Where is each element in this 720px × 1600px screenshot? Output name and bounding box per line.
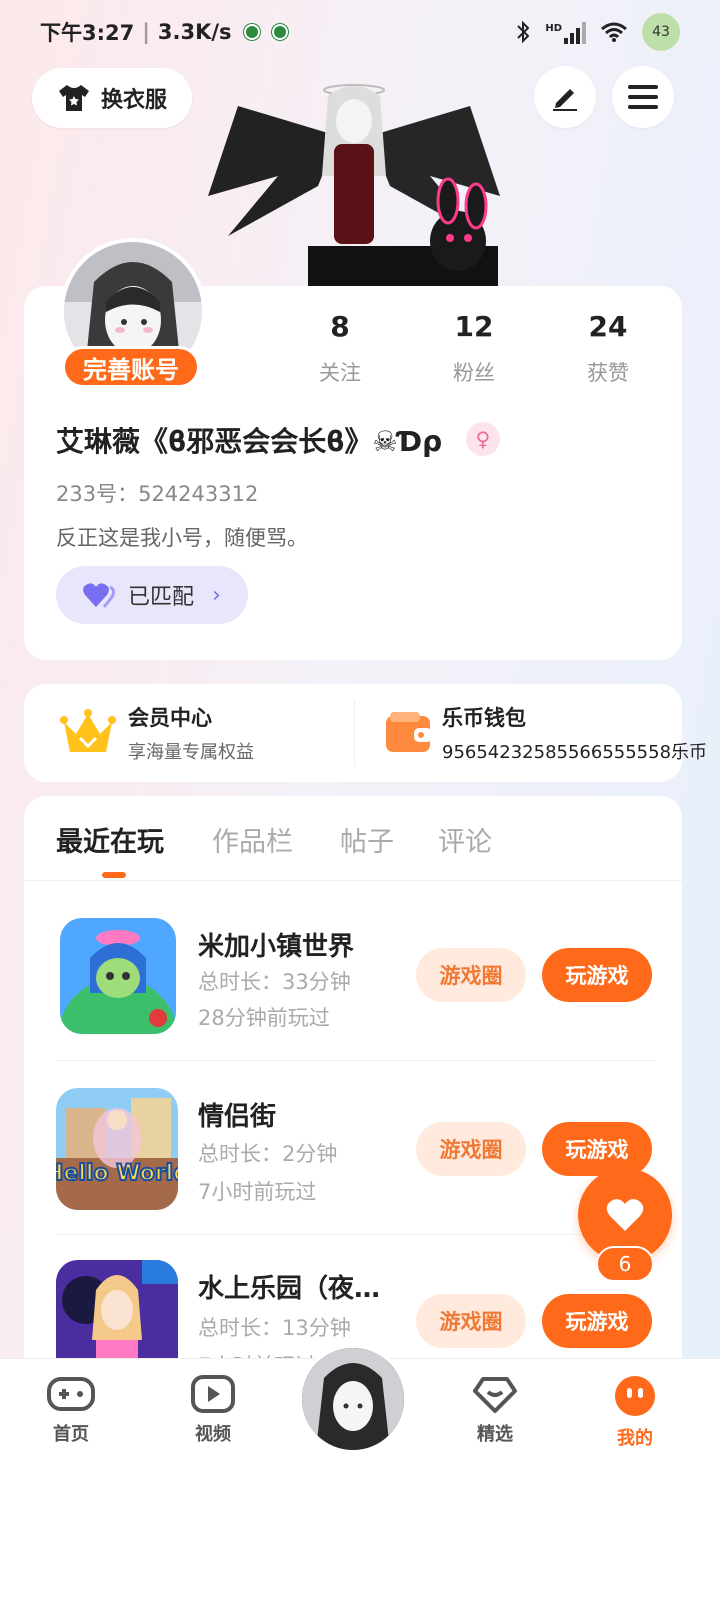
heart-match-icon bbox=[83, 583, 116, 608]
battery-icon: 43 bbox=[642, 13, 680, 51]
row-divider bbox=[56, 1234, 656, 1235]
divider bbox=[354, 700, 355, 766]
bluetooth-icon bbox=[517, 20, 530, 44]
app-notification-icon bbox=[243, 24, 260, 40]
tab-indicator bbox=[102, 872, 126, 878]
game-icon-miga bbox=[60, 918, 176, 1034]
nav-video-label: 视频 bbox=[195, 1424, 231, 1445]
signal-icon: HD bbox=[545, 20, 586, 44]
followers-label: 粉丝 bbox=[453, 361, 495, 385]
status-time: 下午3:27 bbox=[40, 21, 135, 45]
nav-video[interactable]: 视频 bbox=[168, 1374, 258, 1446]
video-play-icon bbox=[191, 1375, 235, 1413]
game-duration: 总时长：33分钟 bbox=[198, 970, 351, 994]
game-last-played: 28分钟前玩过 bbox=[198, 1006, 330, 1030]
blank-area bbox=[0, 1474, 720, 1600]
stat-following[interactable]: 8 关注 bbox=[290, 310, 390, 387]
wifi-icon bbox=[601, 22, 627, 42]
status-speed: 3.3K/s bbox=[157, 20, 232, 44]
game-circle-button[interactable]: 游戏圈 bbox=[416, 948, 526, 1002]
member-center-sub: 享海量专属权益 bbox=[128, 742, 254, 763]
menu-icon bbox=[628, 85, 658, 109]
heart-box-icon bbox=[473, 1377, 517, 1413]
nav-home-label: 首页 bbox=[53, 1424, 89, 1445]
member-center-title: 会员中心 bbox=[128, 706, 212, 730]
game-circle-button[interactable]: 游戏圈 bbox=[416, 1294, 526, 1348]
game-duration: 总时长：13分钟 bbox=[198, 1316, 351, 1340]
smile-face-icon bbox=[615, 1376, 655, 1416]
following-label: 关注 bbox=[319, 361, 361, 385]
female-icon: ♀ bbox=[466, 422, 500, 456]
row-divider bbox=[56, 1060, 656, 1061]
crown-icon bbox=[60, 709, 116, 752]
tab-comments[interactable]: 评论 bbox=[438, 820, 492, 859]
wallet-icon bbox=[386, 712, 432, 752]
bio: 反正这是我小号，随便骂。 bbox=[56, 526, 308, 550]
matched-button[interactable]: 已匹配 › bbox=[56, 566, 248, 624]
wallet-balance: 95654232585566555558乐币 bbox=[442, 742, 708, 763]
play-game-button[interactable]: 玩游戏 bbox=[542, 1294, 652, 1348]
nav-me[interactable]: 我的 bbox=[590, 1374, 680, 1450]
game-name: 米加小镇世界 bbox=[198, 932, 355, 962]
menu-button[interactable] bbox=[612, 66, 674, 128]
wardrobe-label: 换衣服 bbox=[100, 88, 167, 113]
game-name: 水上乐园（夜… bbox=[198, 1274, 381, 1304]
tab-posts[interactable]: 帖子 bbox=[340, 820, 394, 859]
game-name: 情侣街 bbox=[198, 1102, 277, 1132]
nav-me-label: 我的 bbox=[617, 1428, 653, 1449]
user-id: 233号：524243312 bbox=[56, 482, 259, 506]
followers-count: 12 bbox=[454, 310, 494, 343]
shirt-icon bbox=[58, 85, 89, 111]
network-type: HD bbox=[545, 23, 562, 34]
tab-divider bbox=[24, 880, 682, 881]
matched-label: 已匹配 bbox=[128, 585, 195, 610]
member-center-entry[interactable]: 会员中心 享海量专属权益 bbox=[60, 684, 254, 782]
following-count: 8 bbox=[330, 310, 350, 343]
nickname: 艾琳薇《ϐ邪恶会会长ϐ》☠Ɗρ bbox=[56, 425, 443, 458]
edit-profile-button[interactable] bbox=[534, 66, 596, 128]
nav-home[interactable]: 首页 bbox=[26, 1374, 116, 1446]
stat-likes[interactable]: 24 获赞 bbox=[558, 310, 658, 387]
chevron-right-icon: › bbox=[212, 582, 221, 608]
tab-recent-played[interactable]: 最近在玩 bbox=[56, 820, 164, 859]
game-circle-button[interactable]: 游戏圈 bbox=[416, 1122, 526, 1176]
tab-works[interactable]: 作品栏 bbox=[212, 820, 293, 859]
app-notification-icon bbox=[271, 24, 288, 40]
complete-account-badge[interactable]: 完善账号 bbox=[62, 346, 200, 388]
heart-icon bbox=[606, 1199, 644, 1231]
likes-label: 获赞 bbox=[587, 361, 629, 385]
pen-icon bbox=[553, 89, 577, 111]
nav-featured-label: 精选 bbox=[477, 1424, 513, 1445]
game-icon-text: Hello World bbox=[56, 1161, 178, 1186]
likes-count: 24 bbox=[588, 310, 628, 343]
stat-followers[interactable]: 12 粉丝 bbox=[424, 310, 524, 387]
game-icon-couple-street: Hello World bbox=[56, 1088, 178, 1210]
wallet-title: 乐币钱包 bbox=[442, 706, 526, 730]
game-last-played: 7小时前玩过 bbox=[198, 1180, 317, 1204]
like-count: 6 bbox=[596, 1246, 654, 1282]
play-game-button[interactable]: 玩游戏 bbox=[542, 948, 652, 1002]
play-game-button[interactable]: 玩游戏 bbox=[542, 1122, 652, 1176]
gamepad-icon bbox=[47, 1377, 95, 1411]
status-bar: 下午3:27 | 3.3K/s HD 43 bbox=[0, 0, 720, 64]
center-avatar-button[interactable] bbox=[298, 1344, 408, 1454]
wallet-entry[interactable]: 乐币钱包 95654232585566555558乐币 bbox=[384, 684, 707, 782]
avatar-3d-figure bbox=[208, 66, 500, 286]
wardrobe-button[interactable]: 换衣服 bbox=[32, 68, 192, 128]
game-duration: 总时长：2分钟 bbox=[198, 1142, 338, 1166]
nav-featured[interactable]: 精选 bbox=[450, 1374, 540, 1446]
game-row[interactable]: 米加小镇世界 总时长：33分钟 28分钟前玩过 游戏圈 玩游戏 bbox=[24, 896, 682, 1068]
